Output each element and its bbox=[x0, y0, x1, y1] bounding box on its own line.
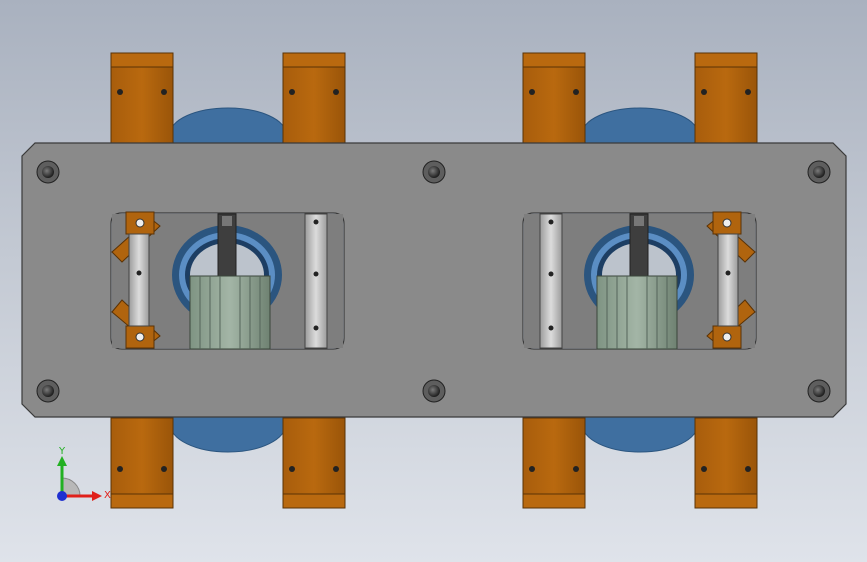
cad-viewport[interactable]: Y X bbox=[0, 0, 867, 562]
coordinate-triad-icon: Y X bbox=[57, 446, 111, 501]
bolt-icon bbox=[422, 379, 446, 403]
bolt-icon bbox=[807, 379, 831, 403]
bracket-top-2[interactable] bbox=[282, 52, 346, 144]
bolt-icon bbox=[422, 160, 446, 184]
bolt-icon bbox=[36, 160, 60, 184]
bracket-bottom-2[interactable] bbox=[282, 417, 346, 509]
window-left bbox=[111, 211, 343, 350]
bracket-bottom-4[interactable] bbox=[694, 417, 758, 509]
cad-model-canvas[interactable]: Y X bbox=[0, 0, 867, 562]
axis-x-label: X bbox=[104, 490, 111, 501]
bracket-top-3[interactable] bbox=[522, 52, 586, 144]
axis-y-label: Y bbox=[58, 446, 66, 457]
motor-left[interactable] bbox=[189, 275, 271, 350]
bracket-bottom-3[interactable] bbox=[522, 417, 586, 509]
motor-right[interactable] bbox=[596, 275, 678, 350]
window-right bbox=[524, 211, 756, 350]
bolt-icon bbox=[807, 160, 831, 184]
bracket-bottom-1[interactable] bbox=[110, 417, 174, 509]
bracket-top-4[interactable] bbox=[694, 52, 758, 144]
bolt-icon bbox=[36, 379, 60, 403]
bracket-top-1[interactable] bbox=[110, 52, 174, 144]
